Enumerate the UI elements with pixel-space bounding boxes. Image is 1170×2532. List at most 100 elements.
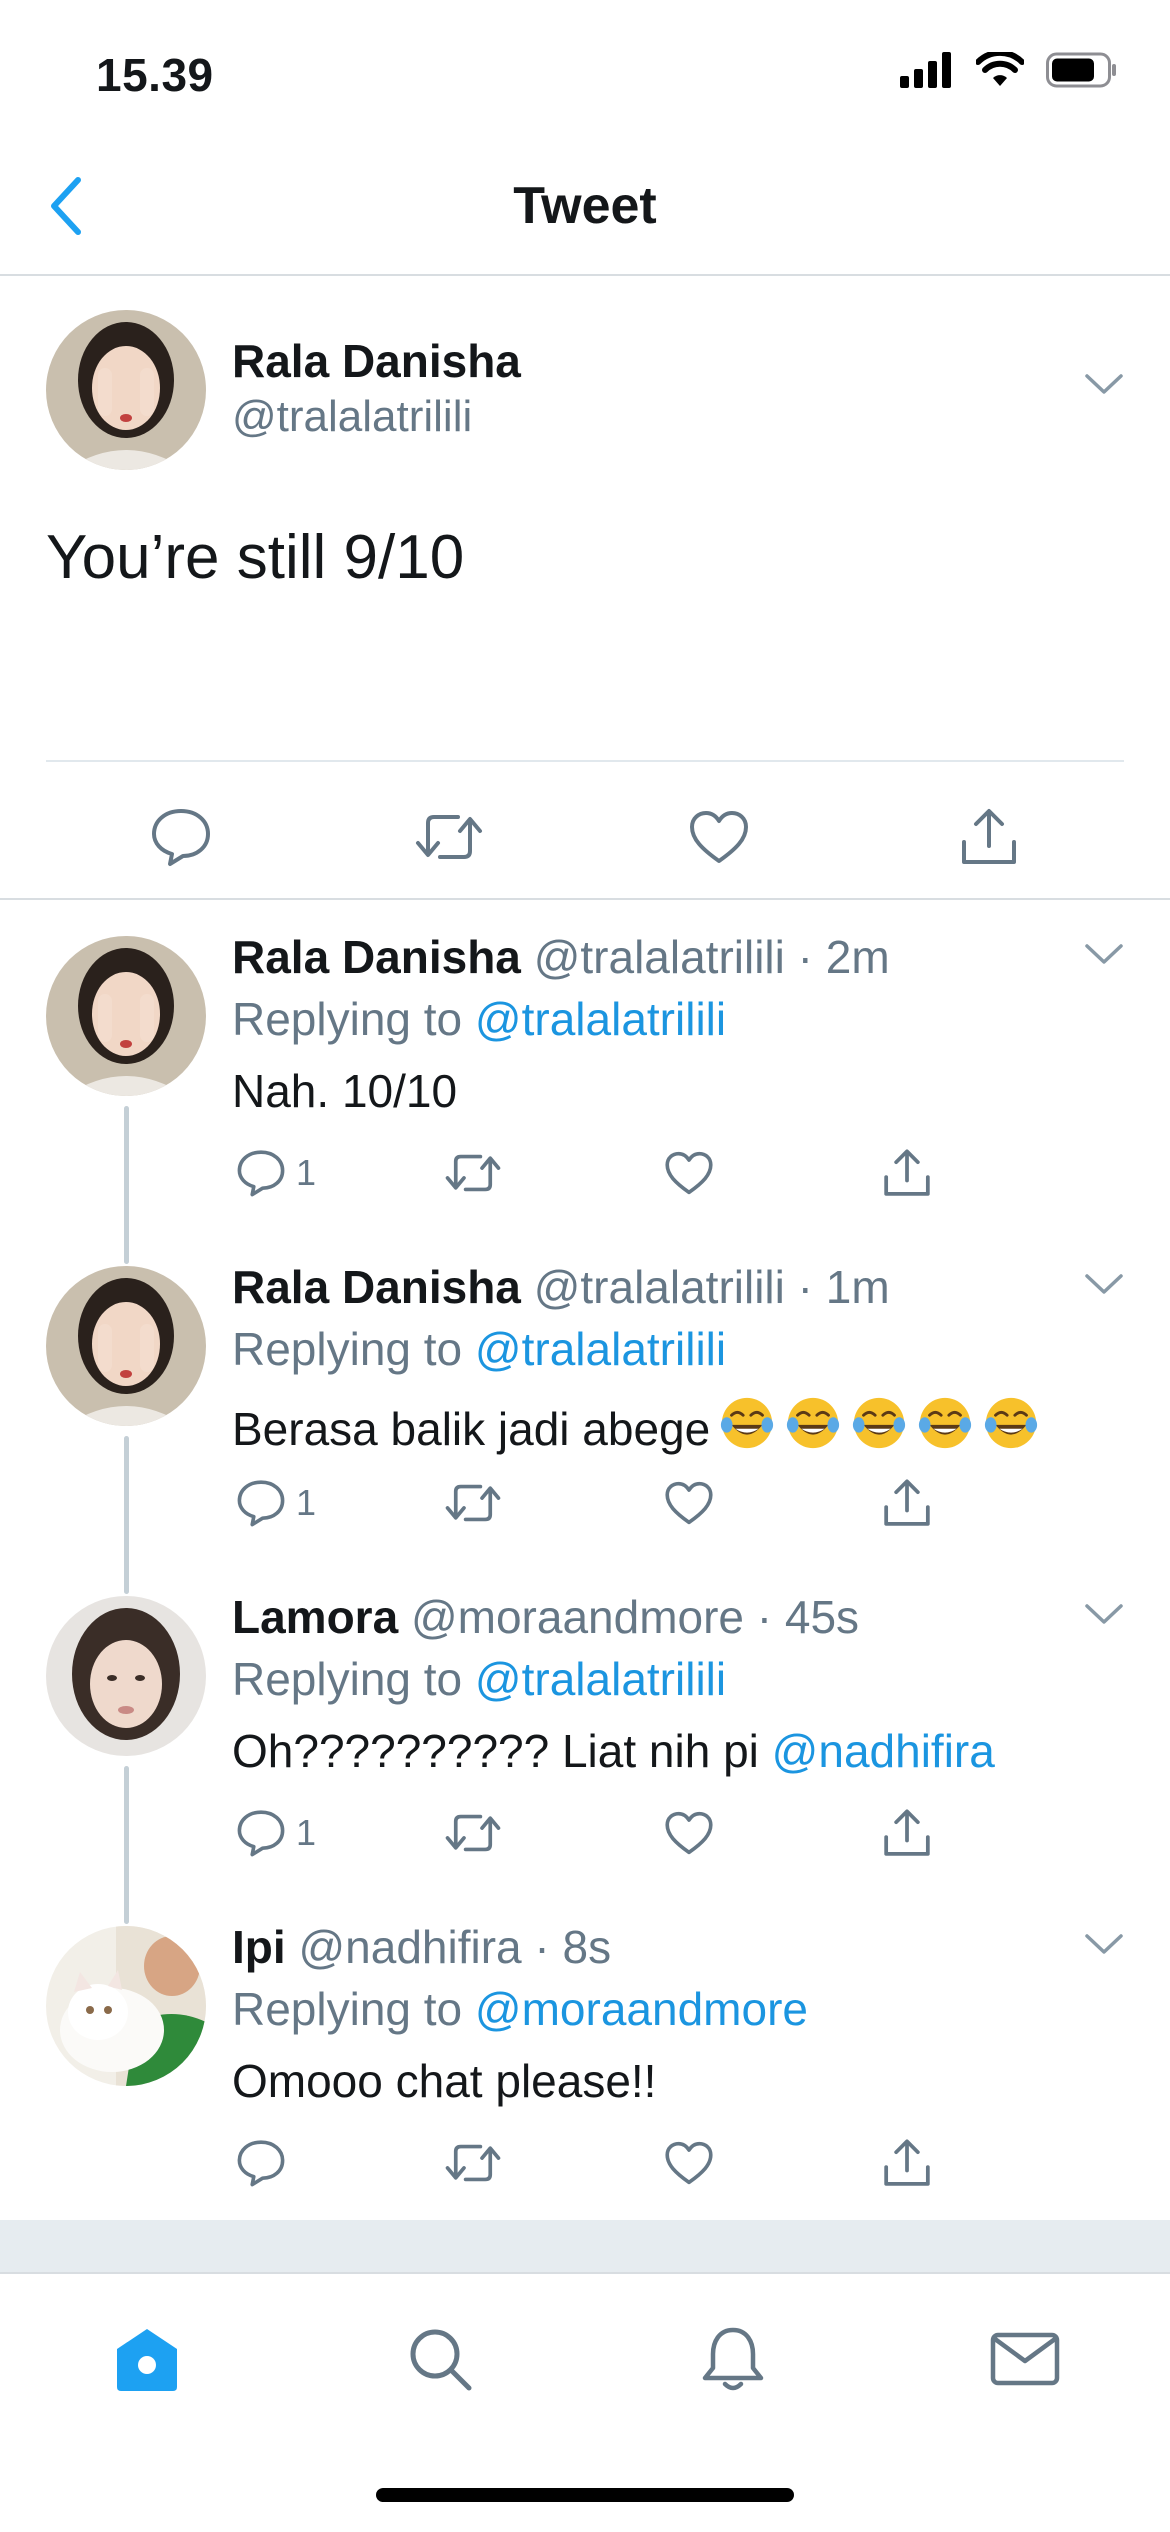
like-button[interactable]: [664, 1468, 714, 1538]
author-name[interactable]: Ipi: [232, 1921, 286, 1973]
reply-tweet[interactable]: Rala Danisha @tralalatrilili · 1m Replyi…: [0, 1230, 1170, 1594]
page-title: Tweet: [513, 177, 657, 235]
avatar[interactable]: [46, 1266, 206, 1426]
chevron-down-icon: [1085, 1274, 1123, 1294]
retweet-icon: [445, 1154, 501, 1192]
mail-icon: [990, 2332, 1060, 2386]
chevron-down-icon: [1085, 374, 1123, 394]
tears-of-joy-emoji: [985, 1397, 1038, 1449]
like-button[interactable]: [664, 1138, 714, 1208]
share-button[interactable]: [882, 1798, 932, 1868]
retweet-button[interactable]: [444, 1798, 502, 1868]
retweet-button[interactable]: [444, 2128, 502, 2198]
like-button[interactable]: [664, 1798, 714, 1868]
author-name[interactable]: Rala Danisha: [232, 334, 521, 388]
like-button[interactable]: [684, 802, 754, 872]
avatar[interactable]: [46, 310, 206, 470]
replying-label: Replying to: [232, 1653, 463, 1705]
tears-of-joy-emoji: [787, 1397, 840, 1449]
author-name[interactable]: Rala Danisha: [232, 931, 521, 983]
replying-mention-link[interactable]: @tralalatrilili: [475, 1323, 726, 1375]
tweet-options-button[interactable]: [1084, 942, 1124, 971]
share-icon: [884, 1149, 930, 1196]
share-button[interactable]: [954, 802, 1024, 872]
author-name[interactable]: Lamora: [232, 1591, 398, 1643]
avatar[interactable]: [46, 936, 206, 1096]
retweet-button[interactable]: [444, 1138, 502, 1208]
tab-messages[interactable]: [980, 2314, 1070, 2404]
emoji-row: [710, 1394, 1040, 1463]
tears-of-joy-emoji: [853, 1397, 906, 1449]
tweet-options-button[interactable]: [1084, 1272, 1124, 1301]
status-icons: [900, 52, 1118, 88]
author-meta: @moraandmore · 45s: [410, 1591, 860, 1643]
retweet-icon: [445, 2144, 501, 2182]
reply-tweet[interactable]: Rala Danisha @tralalatrilili · 2m Replyi…: [0, 900, 1170, 1264]
heart-icon: [665, 1151, 713, 1195]
replying-mention-link[interactable]: @tralalatrilili: [475, 1653, 726, 1705]
reply-tweet[interactable]: Ipi @nadhifira · 8s Replying to @moraand…: [0, 1890, 1170, 2220]
like-button[interactable]: [664, 2128, 714, 2198]
bell-icon: [702, 2327, 764, 2391]
retweet-button[interactable]: [414, 802, 484, 872]
reply-button[interactable]: 1: [236, 1138, 316, 1208]
retweet-icon: [445, 1814, 501, 1852]
tweet-actions: [232, 2128, 952, 2198]
reply-text: Oh?????????? Liat nih pi: [232, 1725, 772, 1777]
author-handle[interactable]: @tralalatrilili: [232, 392, 472, 442]
replying-to: Replying to @tralalatrilili: [232, 1322, 726, 1376]
tweet-options-button[interactable]: [1084, 1932, 1124, 1961]
author-meta: @nadhifira · 8s: [298, 1921, 612, 1973]
retweet-button[interactable]: [444, 1468, 502, 1538]
avatar[interactable]: [46, 1596, 206, 1756]
author-name[interactable]: Rala Danisha: [232, 1261, 521, 1313]
tab-notifications[interactable]: [688, 2314, 778, 2404]
tweet-actions: 1: [232, 1138, 952, 1208]
replying-label: Replying to: [232, 993, 463, 1045]
avatar[interactable]: [46, 1926, 206, 2086]
status-bar: 15.39: [0, 0, 1170, 140]
reply-button[interactable]: [146, 802, 216, 872]
reply-tweet[interactable]: Lamora @moraandmore · 45s Replying to @t…: [0, 1560, 1170, 1924]
share-button[interactable]: [882, 1138, 932, 1208]
tweet-options-button[interactable]: [1084, 372, 1124, 401]
retweet-icon: [445, 1484, 501, 1522]
replying-label: Replying to: [232, 1983, 463, 2035]
reply-icon: [237, 1810, 285, 1857]
chevron-down-icon: [1085, 944, 1123, 964]
tab-search[interactable]: [395, 2314, 485, 2404]
author-meta: @tralalatrilili · 1m: [533, 1261, 890, 1313]
mention-link[interactable]: @nadhifira: [772, 1724, 995, 1778]
navigation-bar: Tweet: [0, 140, 1170, 276]
replying-to: Replying to @tralalatrilili: [232, 1652, 726, 1706]
wifi-icon: [976, 52, 1024, 86]
replying-to: Replying to @tralalatrilili: [232, 992, 726, 1046]
home-icon: [117, 2329, 177, 2391]
reply-button[interactable]: 1: [236, 1468, 316, 1538]
replying-to: Replying to @moraandmore: [232, 1982, 808, 2036]
heart-icon: [665, 1811, 713, 1855]
tears-of-joy-emoji: [721, 1397, 774, 1449]
reply-icon: [152, 809, 210, 866]
reply-text: Berasa balik jadi abege: [232, 1402, 711, 1455]
share-button[interactable]: [882, 1468, 932, 1538]
battery-icon: [1046, 52, 1116, 88]
tweet-options-button[interactable]: [1084, 1602, 1124, 1631]
share-button[interactable]: [882, 2128, 932, 2198]
author-meta: @tralalatrilili · 2m: [533, 931, 890, 983]
reply-text: Omooo chat please!!: [232, 2055, 657, 2107]
home-indicator[interactable]: [376, 2488, 794, 2502]
status-time: 15.39: [96, 49, 214, 101]
heart-icon: [690, 811, 748, 863]
search-icon: [410, 2329, 472, 2391]
replying-mention-link[interactable]: @tralalatrilili: [475, 993, 726, 1045]
retweet-icon: [416, 815, 482, 859]
tab-home[interactable]: [102, 2314, 192, 2404]
reply-text: Nah. 10/10: [232, 1065, 458, 1117]
reply-button[interactable]: [236, 2128, 296, 2198]
share-icon: [884, 2139, 930, 2186]
reply-button[interactable]: 1: [236, 1798, 316, 1868]
reply-body: Nah. 10/10: [232, 1064, 457, 1118]
reply-body: Oh?????????? Liat nih pi @nadhifira: [232, 1724, 995, 1778]
replying-mention-link[interactable]: @moraandmore: [475, 1983, 808, 2035]
